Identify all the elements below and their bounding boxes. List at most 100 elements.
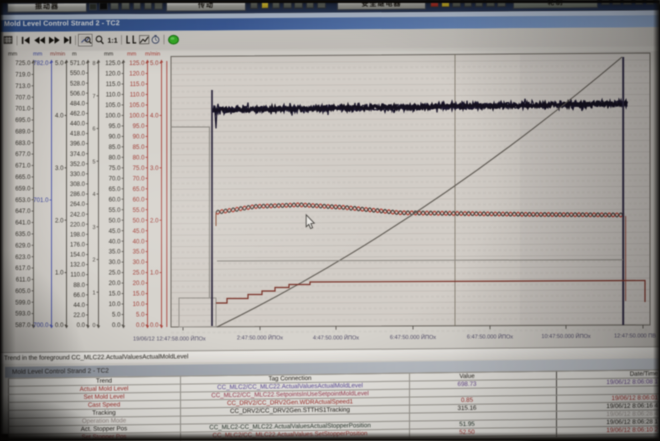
svg-text:22.0: 22.0: [73, 313, 85, 319]
svg-text:35.0: 35.0: [133, 249, 145, 256]
svg-text:707.0: 707.0: [15, 94, 31, 101]
svg-text:782.0: 782.0: [33, 60, 49, 67]
svg-text:0.0: 0.0: [150, 322, 159, 329]
svg-text:623.0: 623.0: [15, 254, 31, 261]
svg-text:m/min: m/min: [145, 52, 160, 58]
svg-text:4: 4: [93, 192, 96, 198]
svg-text:462.0: 462.0: [70, 112, 86, 118]
svg-text:6:47:50.000 ЙПОх: 6:47:50.000 ЙПОх: [467, 332, 513, 340]
svg-text:653.0: 653.0: [15, 197, 31, 204]
svg-text:352.0: 352.0: [70, 162, 86, 168]
svg-text:330.0: 330.0: [70, 172, 86, 178]
svg-text:110.0: 110.0: [130, 92, 145, 99]
svg-text:70.0: 70.0: [133, 175, 145, 182]
svg-text:701.0: 701.0: [15, 106, 31, 113]
svg-text:19/06/12 12:47:58.000 ЙПОх: 19/06/12 12:47:58.000 ЙПОх: [133, 335, 206, 343]
svg-text:50.0: 50.0: [133, 217, 145, 224]
svg-text:10.0: 10.0: [133, 301, 145, 308]
svg-text:0.0: 0.0: [77, 323, 86, 329]
svg-text:25.0: 25.0: [133, 270, 145, 277]
svg-text:66.0: 66.0: [73, 293, 85, 299]
svg-text:374.0: 374.0: [70, 152, 86, 158]
svg-text:125.0: 125.0: [105, 60, 121, 67]
svg-text:176.0: 176.0: [70, 243, 86, 249]
svg-text:220.0: 220.0: [70, 222, 86, 228]
svg-text:611.0: 611.0: [16, 277, 31, 284]
svg-text:15.0: 15.0: [133, 291, 145, 298]
svg-text:70.0: 70.0: [109, 175, 121, 182]
svg-text:198.0: 198.0: [70, 232, 86, 238]
svg-text:671.0: 671.0: [15, 163, 31, 170]
svg-text:659.0: 659.0: [15, 185, 31, 192]
svg-text:647.0: 647.0: [15, 208, 31, 215]
svg-text:5.0: 5.0: [55, 60, 64, 67]
svg-text:80.0: 80.0: [109, 154, 121, 161]
svg-text:1.0: 1.0: [55, 270, 64, 277]
svg-text:20.0: 20.0: [133, 280, 145, 287]
svg-text:100.0: 100.0: [129, 113, 145, 120]
svg-text:75.0: 75.0: [109, 165, 121, 172]
svg-text:308.0: 308.0: [70, 182, 86, 188]
svg-text:617.0: 617.0: [15, 265, 31, 272]
svg-text:1: 1: [93, 290, 96, 296]
svg-text:65.0: 65.0: [133, 186, 145, 193]
svg-text:4.0: 4.0: [55, 113, 64, 120]
svg-text:90.0: 90.0: [109, 134, 121, 141]
svg-text:484.0: 484.0: [70, 101, 86, 107]
svg-text:683.0: 683.0: [15, 140, 31, 147]
svg-text:50.0: 50.0: [109, 217, 121, 224]
svg-text:10.0: 10.0: [109, 301, 121, 308]
svg-text:5.0: 5.0: [150, 60, 159, 67]
svg-text:115.0: 115.0: [130, 81, 145, 88]
svg-text:593.0: 593.0: [15, 311, 31, 318]
svg-text:40.0: 40.0: [133, 238, 145, 245]
svg-text:0.0: 0.0: [112, 322, 121, 329]
svg-text:665.0: 665.0: [15, 174, 31, 181]
svg-text:45.0: 45.0: [133, 228, 145, 235]
svg-text:700.0: 700.0: [33, 322, 49, 329]
svg-text:571.0: 571.0: [70, 61, 86, 67]
svg-text:2:47:50.000 ЙПОх: 2:47:50.000 ЙПОх: [237, 334, 283, 342]
svg-text:105.0: 105.0: [105, 102, 121, 109]
svg-text:528.0: 528.0: [70, 81, 86, 87]
svg-text:6: 6: [93, 127, 96, 133]
svg-text:25.0: 25.0: [109, 270, 121, 277]
svg-text:110.0: 110.0: [70, 273, 85, 279]
svg-text:115.0: 115.0: [106, 81, 121, 88]
svg-text:132.0: 132.0: [70, 263, 86, 269]
svg-text:100.0: 100.0: [105, 113, 121, 120]
svg-text:725.0: 725.0: [15, 60, 31, 67]
svg-text:2.0: 2.0: [55, 217, 64, 224]
svg-text:60.0: 60.0: [133, 196, 145, 203]
svg-text:44.0: 44.0: [73, 303, 85, 309]
svg-text:418.0: 418.0: [70, 132, 86, 138]
svg-text:95.0: 95.0: [133, 123, 145, 130]
svg-text:599.0: 599.0: [15, 299, 31, 306]
svg-text:5.0: 5.0: [136, 312, 145, 319]
svg-text:641.0: 641.0: [15, 220, 31, 227]
svg-text:85.0: 85.0: [133, 144, 145, 151]
svg-text:154.0: 154.0: [70, 253, 86, 259]
svg-text:713.0: 713.0: [15, 83, 31, 90]
svg-text:635.0: 635.0: [15, 231, 31, 238]
svg-text:75.0: 75.0: [133, 165, 145, 172]
svg-text:mm: mm: [33, 52, 43, 58]
svg-text:1.0: 1.0: [150, 270, 159, 277]
svg-text:4:47:50.000 ЙПОх: 4:47:50.000 ЙПОх: [313, 333, 359, 341]
svg-text:3.0: 3.0: [55, 165, 64, 172]
svg-text:5: 5: [93, 159, 96, 165]
svg-text:125.0: 125.0: [129, 60, 145, 67]
svg-text:5.0: 5.0: [112, 312, 121, 319]
svg-text:105.0: 105.0: [129, 102, 145, 109]
svg-text:719.0: 719.0: [15, 72, 31, 79]
svg-text:120.0: 120.0: [129, 71, 145, 78]
svg-text:695.0: 695.0: [15, 117, 31, 124]
svg-text:80.0: 80.0: [133, 154, 145, 161]
svg-text:10:47:50.000 ЙПОх: 10:47:50.000 ЙПОх: [541, 332, 591, 340]
svg-text:8: 8: [93, 61, 96, 67]
svg-text:4.0: 4.0: [150, 113, 159, 120]
svg-text:90.0: 90.0: [133, 134, 145, 141]
svg-text:35.0: 35.0: [109, 249, 121, 256]
svg-text:0: 0: [93, 323, 96, 329]
svg-text:440.0: 440.0: [70, 122, 86, 128]
